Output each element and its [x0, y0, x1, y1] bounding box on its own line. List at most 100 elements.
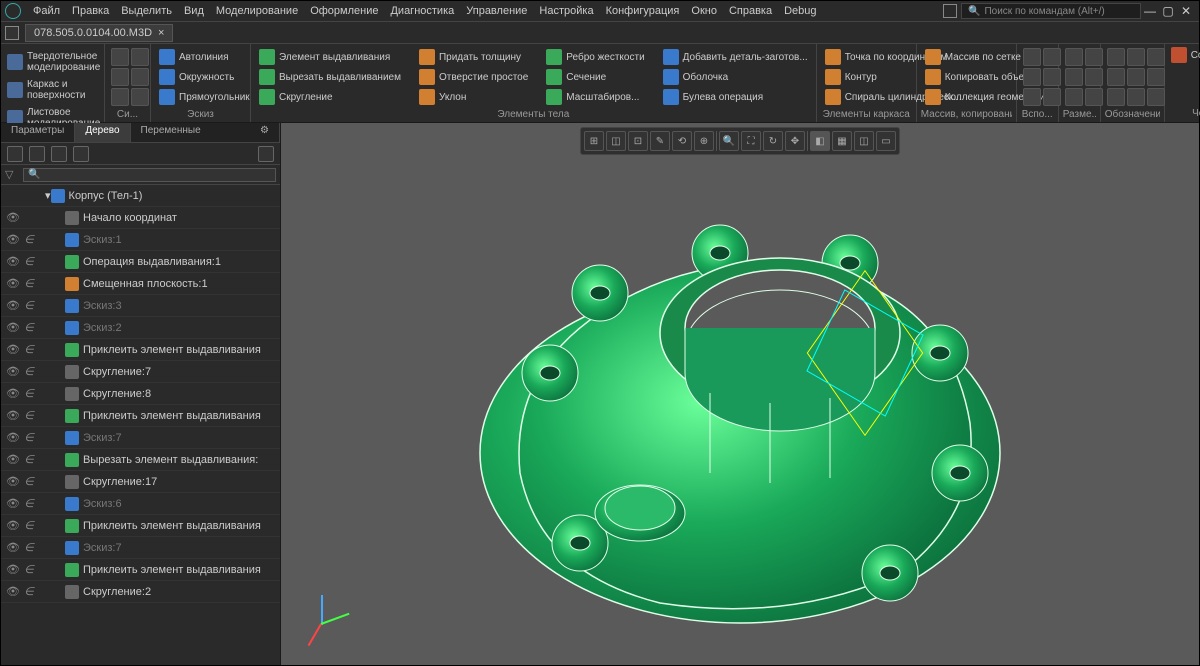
tree-item[interactable]: 👁∈Приклеить элемент выдавливания	[1, 559, 280, 581]
print-icon[interactable]	[131, 68, 149, 86]
visibility-icon[interactable]: 👁	[5, 453, 21, 466]
menu-окно[interactable]: Окно	[685, 5, 723, 17]
include-icon[interactable]: ∈	[21, 585, 37, 598]
tree-item[interactable]: 👁∈Операция выдавливания:1	[1, 251, 280, 273]
include-icon[interactable]: ∈	[21, 321, 37, 334]
tree-tool-icon[interactable]	[7, 146, 23, 162]
menu-управление[interactable]: Управление	[460, 5, 533, 17]
include-icon[interactable]: ∈	[21, 497, 37, 510]
vt-persp-icon[interactable]: ▭	[876, 131, 896, 151]
vt-zoom-icon[interactable]: 🔍	[719, 131, 739, 151]
visibility-icon[interactable]: 👁	[5, 233, 21, 246]
layout-icon[interactable]	[943, 4, 957, 18]
tool-boolean[interactable]: Булева операция	[661, 88, 810, 106]
tab-parameters[interactable]: Параметры	[1, 123, 75, 142]
tree-item[interactable]: 👁∈Скругление:17	[1, 471, 280, 493]
tree-search-input[interactable]: 🔍	[23, 168, 276, 182]
visibility-icon[interactable]: 👁	[5, 541, 21, 554]
tool-hole[interactable]: Отверстие простое	[417, 68, 530, 86]
undo-icon[interactable]	[111, 88, 129, 106]
filter-icon[interactable]: ▽	[5, 168, 19, 182]
tree-item[interactable]: 👁∈Приклеить элемент выдавливания	[1, 339, 280, 361]
vt-icon[interactable]: ⊞	[584, 131, 604, 151]
menu-моделирование[interactable]: Моделирование	[210, 5, 304, 17]
tree-item[interactable]: 👁∈Эскиз:3	[1, 295, 280, 317]
include-icon[interactable]: ∈	[21, 541, 37, 554]
tool-thicken[interactable]: Придать толщину	[417, 48, 530, 66]
vt-icon[interactable]: ◫	[606, 131, 626, 151]
tool-section[interactable]: Сечение	[544, 68, 646, 86]
include-icon[interactable]: ∈	[21, 255, 37, 268]
tree-item[interactable]: 👁∈Приклеить элемент выдавливания	[1, 515, 280, 537]
vt-icon[interactable]: ⊕	[694, 131, 714, 151]
visibility-icon[interactable]: 👁	[5, 409, 21, 422]
menu-справка[interactable]: Справка	[723, 5, 778, 17]
minimize-button[interactable]: —	[1141, 4, 1159, 18]
3d-viewport[interactable]: ⊞ ◫ ⊡ ✎ ⟲ ⊕ 🔍 ⛶ ↻ ✥ ◧ ▦ ◫ ▭	[281, 123, 1199, 665]
tree-item[interactable]: 👁∈Смещенная плоскость:1	[1, 273, 280, 295]
tab-variables[interactable]: Переменные⚙	[131, 123, 280, 142]
vt-icon[interactable]: ⟲	[672, 131, 692, 151]
visibility-icon[interactable]: 👁	[5, 343, 21, 356]
open-icon[interactable]	[131, 48, 149, 66]
visibility-icon[interactable]: 👁	[5, 255, 21, 268]
tree-item[interactable]: 👁∈Эскиз:1	[1, 229, 280, 251]
tab-tree[interactable]: Дерево	[75, 123, 130, 142]
menu-выделить[interactable]: Выделить	[115, 5, 178, 17]
tree-item[interactable]: 👁∈Приклеить элемент выдавливания	[1, 405, 280, 427]
tool-draft[interactable]: Уклон	[417, 88, 530, 106]
menu-правка[interactable]: Правка	[66, 5, 115, 17]
tree-item[interactable]: 👁∈Эскиз:2	[1, 317, 280, 339]
visibility-icon[interactable]: 👁	[5, 475, 21, 488]
visibility-icon[interactable]: 👁	[5, 563, 21, 576]
include-icon[interactable]: ∈	[21, 365, 37, 378]
include-icon[interactable]: ∈	[21, 409, 37, 422]
tree-item[interactable]: 👁∈Скругление:7	[1, 361, 280, 383]
maximize-button[interactable]: ▢	[1159, 4, 1177, 18]
tool-autoline[interactable]: Автолиния	[157, 48, 244, 66]
tree-tool-icon[interactable]	[29, 146, 45, 162]
tree-tool-icon[interactable]	[73, 146, 89, 162]
visibility-icon[interactable]: 👁	[5, 519, 21, 532]
tree-root[interactable]: ▾ Корпус (Тел-1)	[1, 185, 280, 207]
tool-shell[interactable]: Оболочка	[661, 68, 810, 86]
visibility-icon[interactable]: 👁	[5, 321, 21, 334]
vt-shade-icon[interactable]: ▦	[832, 131, 852, 151]
tree-item[interactable]: 👁∈Эскиз:7	[1, 537, 280, 559]
visibility-icon[interactable]: 👁	[5, 585, 21, 598]
tree-item[interactable]: 👁∈Эскиз:6	[1, 493, 280, 515]
tool-rect[interactable]: Прямоугольник	[157, 88, 244, 106]
menu-файл[interactable]: Файл	[27, 5, 66, 17]
close-button[interactable]: ✕	[1177, 4, 1195, 18]
tool-circle[interactable]: Окружность	[157, 68, 244, 86]
vt-rotate-icon[interactable]: ↻	[763, 131, 783, 151]
tool-cut-extrude[interactable]: Вырезать выдавливанием	[257, 68, 403, 86]
document-tab[interactable]: 078.505.0.0104.00.M3D ×	[25, 24, 173, 42]
include-icon[interactable]: ∈	[21, 519, 37, 532]
include-icon[interactable]: ∈	[21, 431, 37, 444]
visibility-icon[interactable]: 👁	[5, 277, 21, 290]
tool-rib[interactable]: Ребро жесткости	[544, 48, 646, 66]
tool-point[interactable]: Точка по координатам	[823, 48, 910, 66]
tool-collection[interactable]: Коллекция геометрии	[923, 88, 1010, 106]
vt-pan-icon[interactable]: ✥	[785, 131, 805, 151]
vt-cube-icon[interactable]: ◧	[810, 131, 830, 151]
tool-create-drawing[interactable]: Создать чертеж по модели	[1169, 46, 1200, 64]
tool-add-part[interactable]: Добавить деталь-заготов...	[661, 48, 810, 66]
include-icon[interactable]: ∈	[21, 343, 37, 356]
tool-fillet[interactable]: Скругление	[257, 88, 403, 106]
menu-оформление[interactable]: Оформление	[304, 5, 384, 17]
include-icon[interactable]: ∈	[21, 299, 37, 312]
visibility-icon[interactable]: 👁	[5, 365, 21, 378]
menu-диагностика[interactable]: Диагностика	[384, 5, 460, 17]
tree-item[interactable]: 👁∈Эскиз:7	[1, 427, 280, 449]
command-search-input[interactable]: 🔍 Поиск по командам (Alt+/)	[961, 3, 1141, 19]
tool-contour[interactable]: Контур	[823, 68, 910, 86]
visibility-icon[interactable]: 👁	[5, 497, 21, 510]
visibility-icon[interactable]: 👁	[5, 211, 21, 224]
menu-вид[interactable]: Вид	[178, 5, 210, 17]
include-icon[interactable]: ∈	[21, 277, 37, 290]
tree-item[interactable]: 👁∈Вырезать элемент выдавливания:	[1, 449, 280, 471]
visibility-icon[interactable]: 👁	[5, 387, 21, 400]
new-icon[interactable]	[111, 48, 129, 66]
